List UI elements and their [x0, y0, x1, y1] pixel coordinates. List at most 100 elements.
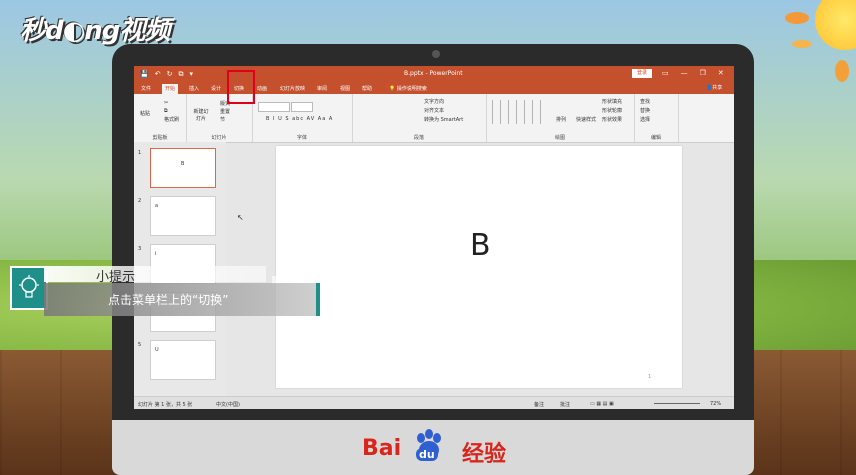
watermark-logo: 秒d◐ng视频	[20, 16, 170, 46]
text-direction-button[interactable]: 文字方向	[424, 98, 444, 105]
notes-button[interactable]: 备注	[534, 401, 544, 408]
ribbon-display-icon[interactable]: ▭	[662, 69, 669, 77]
redo-icon[interactable]: ↻	[167, 70, 173, 78]
clipboard-group: 粘贴 ✂ ⧉ 格式刷 剪贴板	[134, 94, 187, 142]
window-controls: ▭ — ❐ ✕	[662, 69, 724, 77]
tab-help[interactable]: 帮助	[359, 84, 375, 94]
shape-fill-button[interactable]: 形状填充	[602, 98, 622, 105]
document-title: B.pptx - PowerPoint	[404, 70, 463, 77]
thumbnail-text: a	[155, 203, 159, 209]
decoration-blob	[785, 12, 809, 24]
lightbulb-icon: 💡	[389, 86, 397, 92]
shape-effects-button[interactable]: 形状效果	[602, 116, 622, 123]
arrange-button[interactable]: 排列	[556, 116, 566, 123]
reset-button[interactable]: 重置	[220, 108, 230, 115]
font-size-input[interactable]	[291, 102, 313, 112]
transitions-tab-highlight	[227, 70, 255, 104]
tell-me-label: 操作说明搜索	[396, 86, 427, 92]
slide-page-number: 1	[648, 374, 652, 380]
tab-slideshow[interactable]: 幻灯片放映	[277, 84, 308, 94]
comments-button[interactable]: 批注	[560, 401, 570, 408]
tab-insert[interactable]: 插入	[186, 84, 202, 94]
tell-me-search[interactable]: 💡 操作说明搜索	[386, 84, 430, 94]
font-format-buttons[interactable]: B I U S abc AV Aa A	[266, 116, 333, 122]
replace-button[interactable]: 替换	[640, 107, 650, 114]
drawing-group: 排列 快速样式 形状填充 形状轮廓 形状效果 绘图	[486, 94, 635, 142]
ribbon: 粘贴 ✂ ⧉ 格式刷 剪贴板 新建幻灯片 版式 重置 节 幻灯片 B I U S…	[134, 94, 734, 143]
editing-group: 查找 替换 选择 编辑	[634, 94, 679, 142]
zoom-level[interactable]: 72%	[710, 401, 721, 407]
ribbon-tabs: 文件 开始 插入 设计 切换 动画 幻灯片放映 审阅 视图 帮助 💡 操作说明搜…	[134, 82, 734, 94]
section-button[interactable]: 节	[220, 116, 225, 123]
smartart-button[interactable]: 转换为 SmartArt	[424, 116, 463, 123]
baidu-du-text: du	[416, 448, 438, 461]
quick-access-toolbar: 💾 ↶ ↻ ⧉ ▾	[140, 70, 193, 78]
close-icon[interactable]: ✕	[718, 69, 724, 77]
find-button[interactable]: 查找	[640, 98, 650, 105]
slide-count: 幻灯片 第 1 张，共 5 张	[138, 402, 193, 408]
status-bar: 幻灯片 第 1 张，共 5 张 中文(中国) 备注 批注 ▭ ▦ ▤ ▣ 72%	[134, 396, 734, 409]
drawing-group-label: 绘图	[554, 135, 565, 141]
language-indicator[interactable]: 中文(中国)	[216, 401, 240, 408]
paragraph-group-label: 段落	[413, 135, 424, 141]
tip-accent-bar	[316, 283, 320, 316]
undo-icon[interactable]: ↶	[155, 70, 161, 78]
align-text-button[interactable]: 对齐文本	[424, 107, 444, 114]
tab-animations[interactable]: 动画	[254, 84, 270, 94]
tab-file[interactable]: 文件	[138, 84, 154, 94]
slide-title-text[interactable]: B	[470, 228, 491, 263]
customize-icon[interactable]: ▾	[189, 70, 193, 78]
format-painter-button[interactable]: 格式刷	[164, 116, 179, 123]
jingyan-text: 经验	[462, 442, 507, 467]
slide-canvas[interactable]: B 1	[276, 146, 682, 388]
tip-text: 点击菜单栏上的“切换”	[108, 293, 229, 307]
share-button[interactable]: 👤共享	[706, 84, 722, 91]
slide-thumbnail-2[interactable]: a	[150, 196, 216, 236]
tab-review[interactable]: 审阅	[314, 84, 330, 94]
tab-home[interactable]: 开始	[162, 84, 179, 94]
zoom-slider[interactable]	[654, 403, 700, 404]
login-button[interactable]: 登录	[632, 69, 652, 78]
slide-number: 1	[138, 150, 142, 156]
tab-design[interactable]: 设计	[208, 84, 224, 94]
save-icon[interactable]: 💾	[140, 70, 149, 78]
editing-group-label: 编辑	[650, 135, 661, 141]
share-label: 共享	[712, 85, 723, 91]
shapes-gallery[interactable]	[492, 100, 548, 124]
paste-button[interactable]: 粘贴	[140, 110, 150, 117]
select-button[interactable]: 选择	[640, 116, 650, 123]
thumbnail-text: U	[155, 347, 159, 353]
shape-outline-button[interactable]: 形状轮廓	[602, 107, 622, 114]
tip-header	[44, 266, 266, 282]
font-name-input[interactable]	[258, 102, 290, 112]
view-buttons[interactable]: ▭ ▦ ▤ ▣	[590, 401, 614, 407]
tip-icon	[10, 266, 48, 310]
decoration-blob	[792, 40, 812, 48]
baidu-logo-text: Bai	[362, 436, 402, 461]
slides-group-label: 幻灯片	[211, 135, 227, 141]
minimize-icon[interactable]: —	[681, 69, 688, 77]
new-slide-button[interactable]: 新建幻灯片	[192, 108, 210, 122]
thumbnail-text: B	[181, 161, 185, 167]
title-bar: 💾 ↶ ↻ ⧉ ▾ B.pptx - PowerPoint 登录 ▭ — ❐ ✕	[134, 66, 734, 82]
tab-view[interactable]: 视图	[337, 84, 353, 94]
cut-icon[interactable]: ✂	[164, 100, 168, 106]
slide-thumbnail-1[interactable]: B	[150, 148, 216, 188]
mouse-cursor-icon: ↖	[237, 213, 244, 222]
restore-icon[interactable]: ❐	[700, 69, 706, 77]
camera-icon	[432, 50, 440, 58]
slide-number: 5	[138, 342, 142, 348]
quick-styles-button[interactable]: 快速样式	[576, 116, 596, 123]
thumbnail-text: i	[155, 251, 157, 257]
copy-icon[interactable]: ⧉	[164, 108, 168, 114]
slide-thumbnail-5[interactable]: U	[150, 340, 216, 380]
powerpoint-window: 💾 ↶ ↻ ⧉ ▾ B.pptx - PowerPoint 登录 ▭ — ❐ ✕…	[134, 66, 734, 409]
lightbulb-icon	[19, 275, 39, 298]
present-icon[interactable]: ⧉	[178, 70, 183, 78]
clipboard-group-label: 剪贴板	[152, 135, 168, 141]
decoration-blob	[835, 60, 849, 82]
font-group-label: 字体	[296, 135, 307, 141]
slide-number: 2	[138, 198, 142, 204]
paragraph-group: 文字方向 对齐文本 转换为 SmartArt 段落	[352, 94, 487, 142]
slide-number: 3	[138, 246, 142, 252]
